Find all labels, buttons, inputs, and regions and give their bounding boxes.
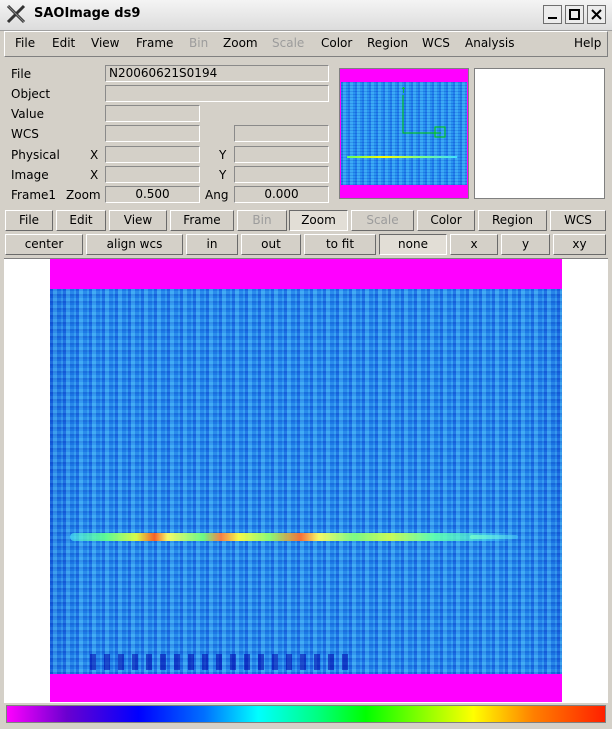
maximize-icon bbox=[569, 9, 580, 20]
button-region[interactable]: Region bbox=[478, 210, 547, 231]
file-label: File bbox=[11, 67, 32, 81]
image-y-field bbox=[234, 166, 329, 183]
wcs-field bbox=[105, 125, 200, 142]
title-bar: SAOImage ds9 bbox=[0, 0, 612, 31]
button-bin: Bin bbox=[237, 210, 287, 231]
physical-x-label: X bbox=[90, 148, 99, 162]
panner-thumbnail[interactable]: ↑ bbox=[339, 68, 469, 199]
image-y-label: Y bbox=[219, 168, 227, 182]
button-edit[interactable]: Edit bbox=[56, 210, 106, 231]
button-zoom-to-fit[interactable]: to fit bbox=[304, 234, 376, 255]
button-orient-y[interactable]: y bbox=[501, 234, 550, 255]
button-view[interactable]: View bbox=[109, 210, 167, 231]
image-bottom-band bbox=[90, 654, 350, 670]
menu-zoom[interactable]: Zoom bbox=[223, 36, 258, 50]
file-name-field: N20060621S0194 bbox=[105, 65, 329, 82]
physical-y-field bbox=[234, 146, 329, 163]
angle-label: Ang bbox=[205, 188, 229, 202]
button-wcs[interactable]: WCS bbox=[550, 210, 606, 231]
menu-help[interactable]: Help bbox=[574, 36, 601, 50]
angle-field: 0.000 bbox=[234, 186, 329, 203]
object-field bbox=[105, 85, 329, 102]
menu-file[interactable]: File bbox=[15, 36, 35, 50]
x-logo-icon bbox=[6, 4, 26, 24]
button-frame[interactable]: Frame bbox=[170, 210, 234, 231]
compass-icon: ↑ bbox=[400, 86, 446, 138]
button-zoom[interactable]: Zoom bbox=[289, 210, 348, 231]
zoom-field: 0.500 bbox=[105, 186, 200, 203]
menu-edit[interactable]: Edit bbox=[52, 36, 75, 50]
maximize-button[interactable] bbox=[565, 5, 584, 24]
frame-label: Frame1 bbox=[11, 188, 57, 202]
button-scale: Scale bbox=[351, 210, 414, 231]
menu-bin: Bin bbox=[189, 36, 209, 50]
button-orient-xy[interactable]: xy bbox=[553, 234, 606, 255]
physical-x-field bbox=[105, 146, 200, 163]
value-field bbox=[105, 105, 200, 122]
magnifier-panel bbox=[474, 68, 605, 199]
button-center[interactable]: center bbox=[5, 234, 83, 255]
menu-frame[interactable]: Frame bbox=[136, 36, 173, 50]
button-orient-x[interactable]: x bbox=[450, 234, 498, 255]
image-canvas[interactable] bbox=[4, 258, 608, 703]
close-button[interactable] bbox=[587, 5, 606, 24]
physical-y-label: Y bbox=[219, 148, 227, 162]
image-x-label: X bbox=[90, 168, 99, 182]
menu-wcs[interactable]: WCS bbox=[422, 36, 450, 50]
button-zoom-in[interactable]: in bbox=[186, 234, 238, 255]
wcs-label: WCS bbox=[11, 127, 39, 141]
svg-text:↑: ↑ bbox=[400, 86, 407, 95]
image-label: Image bbox=[11, 168, 49, 182]
button-zoom-out[interactable]: out bbox=[241, 234, 301, 255]
wcs-field-2 bbox=[234, 125, 329, 142]
object-label: Object bbox=[11, 87, 51, 101]
close-icon bbox=[591, 9, 602, 20]
menu-region[interactable]: Region bbox=[367, 36, 408, 50]
zoom-label: Zoom bbox=[66, 188, 101, 202]
physical-label: Physical bbox=[11, 148, 60, 162]
image-frame bbox=[50, 259, 562, 702]
menu-color[interactable]: Color bbox=[321, 36, 352, 50]
spectrum-trace bbox=[70, 533, 514, 541]
button-orient-none[interactable]: none bbox=[379, 234, 447, 255]
minimize-button[interactable] bbox=[543, 5, 562, 24]
minimize-icon bbox=[548, 17, 557, 19]
window-title: SAOImage ds9 bbox=[34, 6, 141, 21]
menu-scale: Scale bbox=[272, 36, 305, 50]
fits-image[interactable] bbox=[50, 289, 562, 674]
button-align-wcs[interactable]: align wcs bbox=[86, 234, 183, 255]
colorbar[interactable] bbox=[6, 705, 606, 723]
button-color[interactable]: Color bbox=[417, 210, 475, 231]
menu-bar: File Edit View Frame Bin Zoom Scale Colo… bbox=[4, 31, 608, 57]
button-file[interactable]: File bbox=[5, 210, 53, 231]
spectrum-trace-tail bbox=[470, 535, 518, 539]
value-label: Value bbox=[11, 107, 44, 121]
image-x-field bbox=[105, 166, 200, 183]
menu-view[interactable]: View bbox=[91, 36, 119, 50]
menu-analysis[interactable]: Analysis bbox=[465, 36, 514, 50]
